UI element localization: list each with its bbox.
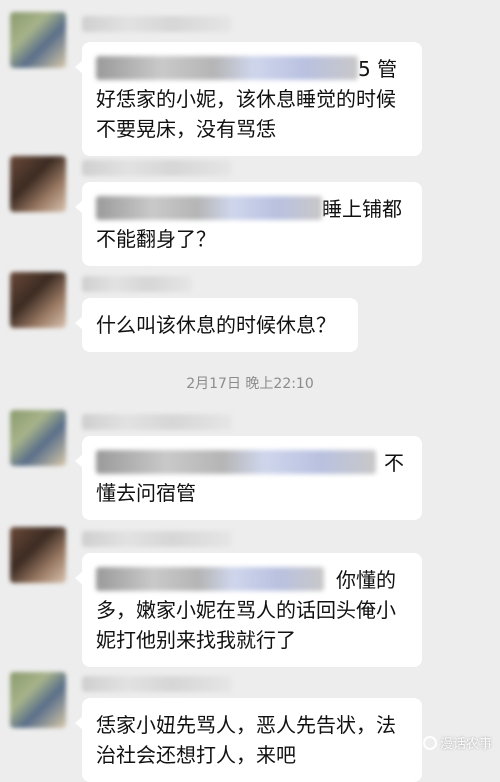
message-line: 妮打他别来找我就行了 [96, 628, 296, 652]
sender-name-blurred [82, 16, 232, 32]
message-text: 不 [384, 451, 404, 475]
message-line: 什么叫该休息的时候休息？ [96, 313, 336, 337]
mention-blurred [96, 450, 376, 474]
avatar[interactable] [10, 410, 66, 466]
message-bubble[interactable]: 恁家小妞先骂人，恶人先告状，法 治社会还想打人，来吧 [75, 698, 422, 782]
message-line: 不能翻身了？ [96, 227, 216, 251]
message-bubble[interactable]: 睡上铺都 不能翻身了？ [75, 182, 422, 266]
avatar[interactable] [10, 272, 66, 328]
message-bubble[interactable]: 5 管 好恁家的小妮，该休息睡觉的时候 不要晃床，没有骂恁 [75, 42, 422, 156]
message-text: 你懂的 [336, 568, 396, 592]
avatar[interactable] [10, 156, 66, 212]
mention-blurred [96, 567, 324, 591]
message-text: 5 管 [358, 57, 398, 81]
message-bubble[interactable]: 不 懂去问宿管 [75, 436, 422, 520]
message-line: 懂去问宿管 [96, 481, 196, 505]
watermark: 漫话农事 [422, 733, 492, 752]
watermark-text: 漫话农事 [439, 737, 492, 752]
message-text: 睡上铺都 [322, 197, 402, 221]
message-bubble[interactable]: 你懂的 多，嫩家小妮在骂人的话回头俺小 妮打他别来找我就行了 [75, 553, 422, 667]
sender-name-blurred [82, 160, 232, 176]
mention-blurred [96, 196, 322, 220]
mention-blurred [96, 56, 358, 80]
message-line: 5 管 [96, 54, 408, 84]
avatar[interactable] [10, 672, 66, 728]
chat-timestamp: 2月17日 晚上22:10 [186, 376, 314, 392]
watermark-logo-icon [422, 736, 437, 750]
sender-name-blurred [82, 676, 232, 692]
message-line: 治社会还想打人，来吧 [96, 743, 296, 767]
message-bubble[interactable]: 什么叫该休息的时候休息？ [75, 298, 358, 352]
avatar[interactable] [10, 12, 66, 68]
sender-name-blurred [82, 531, 232, 547]
avatar[interactable] [10, 527, 66, 583]
message-line: 好恁家的小妮，该休息睡觉的时候 [96, 87, 396, 111]
message-line: 不 [96, 448, 408, 478]
message-line: 睡上铺都 [96, 194, 408, 224]
sender-name-blurred [82, 276, 192, 292]
sender-name-blurred [82, 414, 232, 430]
message-line: 你懂的 [96, 565, 408, 595]
message-line: 恁家小妞先骂人，恶人先告状，法 [96, 713, 396, 737]
message-line: 多，嫩家小妮在骂人的话回头俺小 [96, 598, 396, 622]
message-line: 不要晃床，没有骂恁 [96, 117, 276, 141]
